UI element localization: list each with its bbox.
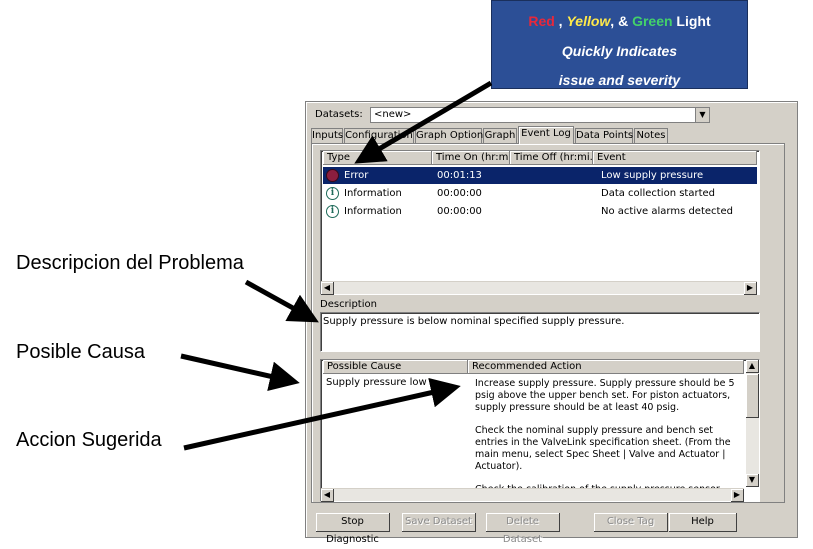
action-arrow [183, 377, 461, 451]
cause-arrow [180, 353, 300, 391]
callout-arrow [354, 80, 493, 164]
tab-event-log[interactable]: Event Log [518, 126, 574, 144]
annotation-arrows [180, 80, 493, 451]
problem-arrow [244, 279, 319, 323]
